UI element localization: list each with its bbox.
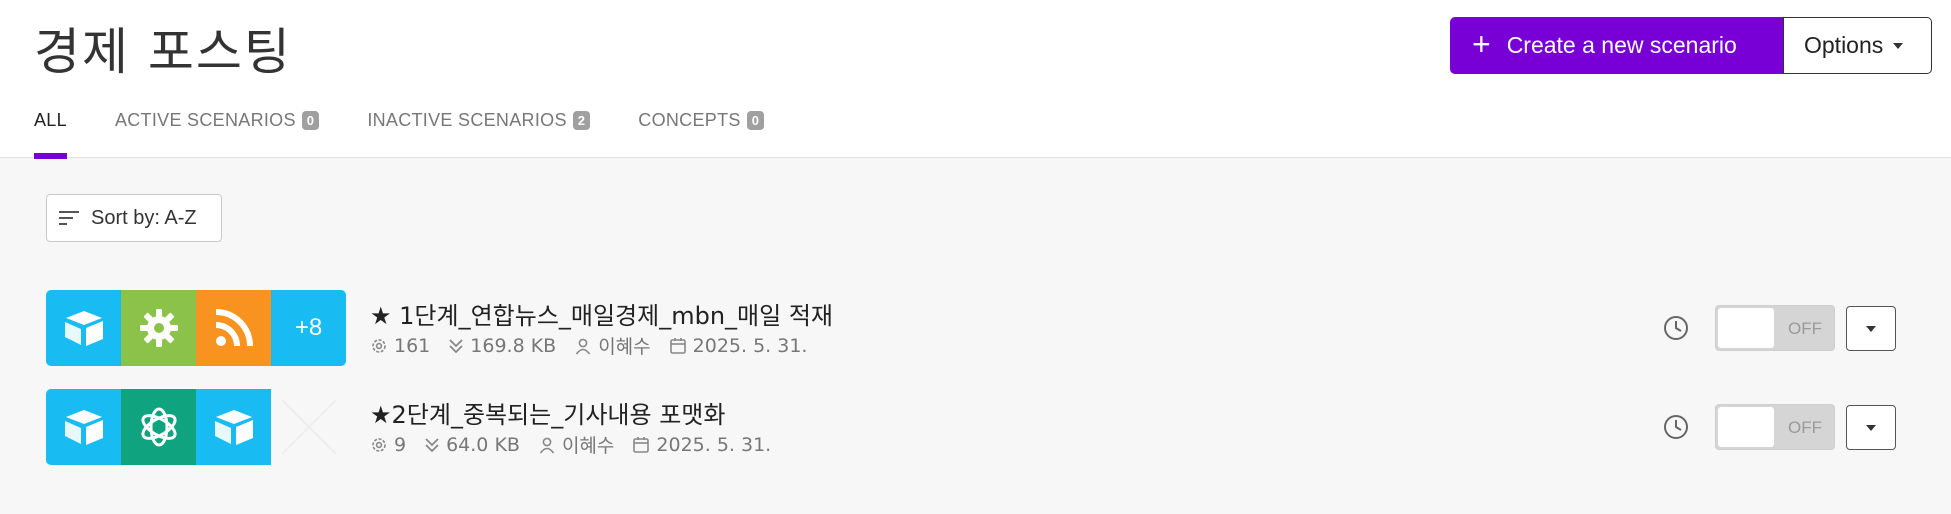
calendar-icon bbox=[669, 337, 686, 354]
scenario-meta: 9 64.0 KB 이혜수 2025. 5. 31. bbox=[370, 431, 789, 458]
toggle-knob bbox=[1718, 407, 1774, 447]
openai-icon bbox=[121, 389, 196, 465]
tab-label: ACTIVE SCENARIOS bbox=[114, 110, 296, 130]
data-size: 64.0 KB bbox=[446, 433, 520, 456]
sort-button[interactable]: Sort by: A-Z bbox=[46, 194, 222, 242]
scenario-toggle[interactable]: OFF bbox=[1715, 305, 1835, 351]
data-transfer-icon bbox=[425, 437, 439, 452]
airtable-icon bbox=[196, 389, 271, 465]
tab-label: CONCEPTS bbox=[638, 110, 741, 130]
create-scenario-button[interactable]: + Create a new scenario bbox=[1450, 17, 1783, 74]
caret-down-icon bbox=[1866, 325, 1876, 332]
operations-count: 9 bbox=[394, 433, 407, 456]
tab-all[interactable]: ALL bbox=[34, 110, 67, 159]
data-transfer-icon bbox=[449, 338, 463, 353]
schedule-clock-icon[interactable] bbox=[1662, 314, 1690, 342]
create-scenario-label: Create a new scenario bbox=[1506, 32, 1737, 58]
scenario-menu-button[interactable] bbox=[1846, 306, 1896, 351]
scenario-row[interactable]: +8 ★ 1단계_연합뉴스_매일경제_mbn_매일 적재 161 169.8 K… bbox=[46, 290, 1906, 366]
scenario-meta: 161 169.8 KB 이혜수 2025. 5. 31. bbox=[370, 332, 825, 359]
header: 경제 포스팅 + Create a new scenario Options A… bbox=[0, 0, 1951, 159]
tab-active-scenarios[interactable]: ACTIVE SCENARIOS 0 bbox=[114, 110, 320, 158]
count-badge: 0 bbox=[301, 111, 320, 130]
page-title: 경제 포스팅 bbox=[34, 23, 292, 81]
airtable-icon bbox=[46, 290, 121, 366]
more-modules-count: +8 bbox=[271, 290, 346, 366]
created-date: 2025. 5. 31. bbox=[656, 433, 772, 456]
operations-gear-icon bbox=[372, 437, 386, 452]
operations-gear-icon bbox=[372, 338, 386, 353]
calendar-icon bbox=[633, 436, 650, 453]
schedule-clock-icon[interactable] bbox=[1662, 413, 1690, 441]
rss-icon bbox=[196, 290, 271, 366]
count-badge: 0 bbox=[746, 111, 765, 130]
toggle-status: OFF bbox=[1788, 418, 1822, 437]
tab-concepts[interactable]: CONCEPTS 0 bbox=[638, 110, 765, 158]
operations-count: 161 bbox=[394, 334, 431, 357]
scenario-row[interactable]: ★2단계_중복되는_기사내용 포맷화 9 64.0 KB 이혜수 2025. 5… bbox=[46, 389, 1906, 465]
caret-down-icon bbox=[1866, 424, 1876, 431]
user-icon bbox=[576, 338, 591, 354]
caret-down-icon bbox=[1893, 42, 1904, 49]
data-size: 169.8 KB bbox=[470, 334, 557, 357]
toggle-knob bbox=[1718, 308, 1774, 348]
module-icons bbox=[46, 389, 346, 465]
created-date: 2025. 5. 31. bbox=[692, 334, 808, 357]
scenario-toggle[interactable]: OFF bbox=[1715, 404, 1835, 450]
sort-label: Sort by: A-Z bbox=[91, 206, 197, 229]
plus-icon: + bbox=[1472, 26, 1491, 62]
scenario-name[interactable]: ★ 1단계_연합뉴스_매일경제_mbn_매일 적재 bbox=[370, 296, 833, 331]
tab-inactive-scenarios[interactable]: INACTIVE SCENARIOS 2 bbox=[367, 110, 591, 158]
module-icons: +8 bbox=[46, 290, 346, 366]
owner-name: 이혜수 bbox=[561, 435, 615, 457]
scenario-tabs: ALL ACTIVE SCENARIOS 0 INACTIVE SCENARIOS… bbox=[34, 110, 812, 159]
count-badge: 2 bbox=[572, 111, 591, 130]
user-icon bbox=[539, 437, 555, 453]
scenario-name[interactable]: ★2단계_중복되는_기사내용 포맷화 bbox=[370, 395, 725, 430]
tab-label: ALL bbox=[34, 110, 67, 130]
sort-icon bbox=[59, 210, 79, 226]
owner-name: 이혜수 bbox=[598, 336, 651, 358]
tab-label: INACTIVE SCENARIOS bbox=[367, 110, 567, 130]
options-label: Options bbox=[1804, 32, 1884, 58]
airtable-icon bbox=[46, 389, 121, 465]
scenario-menu-button[interactable] bbox=[1846, 405, 1896, 450]
options-dropdown-button[interactable]: Options bbox=[1783, 17, 1932, 74]
toggle-status: OFF bbox=[1788, 319, 1822, 338]
empty-module-icon bbox=[271, 389, 346, 465]
tools-gear-icon bbox=[121, 290, 196, 366]
